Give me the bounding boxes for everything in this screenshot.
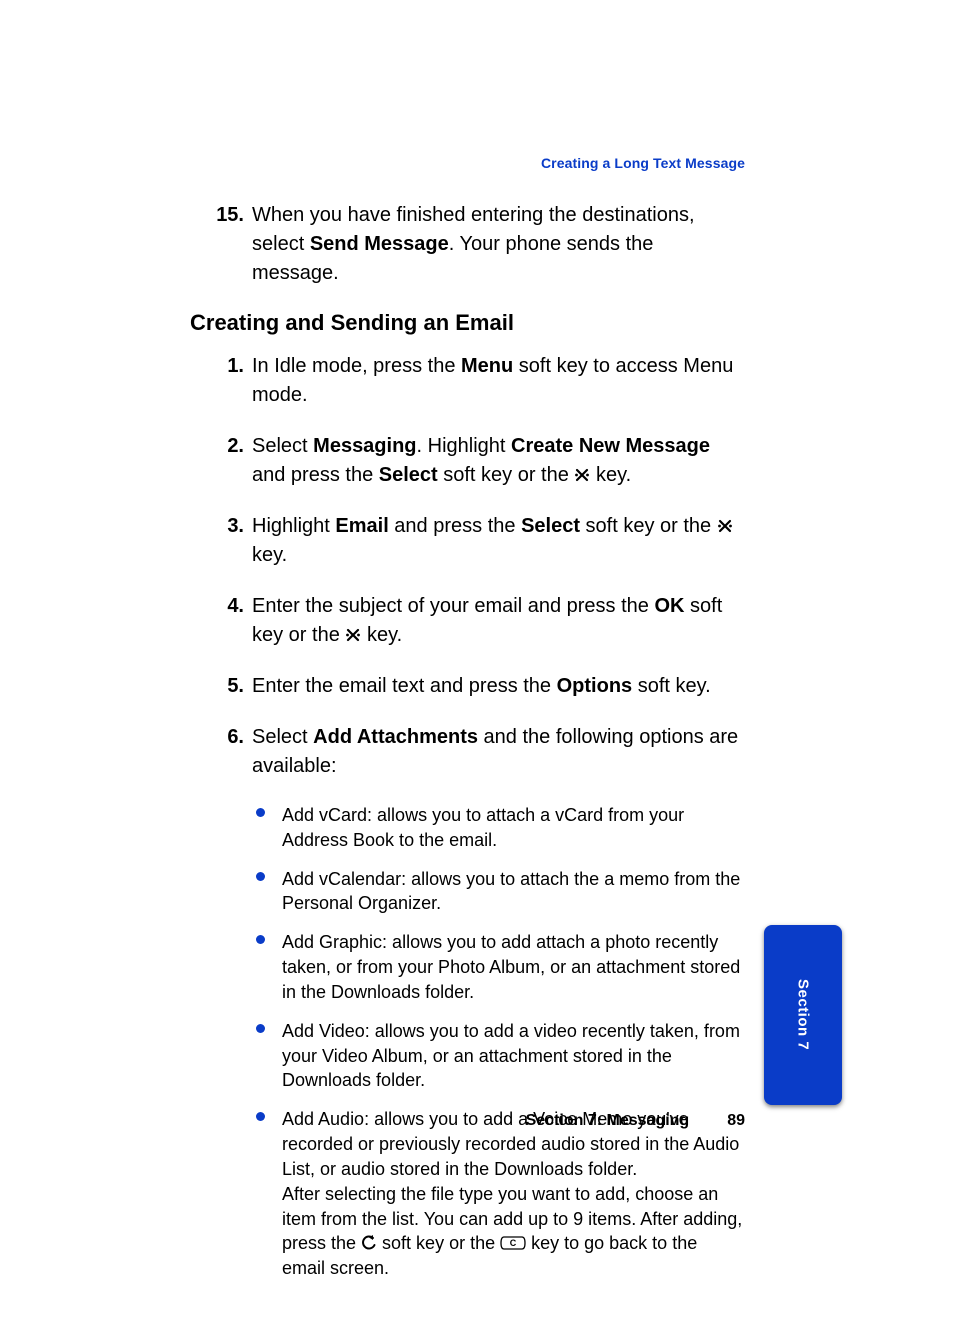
text: soft key or the	[377, 1233, 500, 1253]
text: key.	[361, 624, 402, 646]
step-item: 1.In Idle mode, press the Menu soft key …	[190, 352, 745, 410]
text: Highlight	[252, 515, 335, 537]
text: Enter the email text and press the	[252, 675, 557, 697]
bullet-item: Add vCard: allows you to attach a vCard …	[256, 803, 745, 853]
step-body: Highlight Email and press the Select sof…	[252, 512, 745, 570]
step-item: 3.Highlight Email and press the Select s…	[190, 512, 745, 570]
step-number: 2.	[190, 432, 252, 490]
dot-icon	[256, 808, 265, 817]
text-bold: Select	[521, 515, 580, 537]
bullet-item: Add vCalendar: allows you to attach the …	[256, 867, 745, 917]
text-bold: OK	[654, 595, 684, 617]
text: Select	[252, 726, 313, 748]
dot-icon	[256, 872, 265, 881]
text: key.	[590, 464, 631, 486]
step-number: 4.	[190, 592, 252, 650]
text: Select	[252, 435, 313, 457]
footer-page-number: 89	[727, 1112, 745, 1130]
text-bold: Select	[379, 464, 438, 486]
text: . Highlight	[417, 435, 512, 457]
back-key-icon	[361, 1235, 377, 1251]
footer-section-label: Section 7: Messaging	[526, 1112, 690, 1130]
step-item: 5.Enter the email text and press the Opt…	[190, 672, 745, 701]
section-tab: Section 7	[764, 925, 842, 1105]
step-body: Enter the email text and press the Optio…	[252, 672, 745, 701]
text: Enter the subject of your email and pres…	[252, 595, 654, 617]
dot-icon	[256, 935, 265, 944]
text-bold: Send Message	[310, 233, 449, 255]
text: In Idle mode, press the	[252, 355, 461, 377]
text: and press the	[252, 464, 379, 486]
text-bold: Messaging	[313, 435, 416, 457]
text-bold: Create New Message	[511, 435, 710, 457]
bullet-marker	[256, 803, 282, 853]
step-item: 6.Select Add Attachments and the followi…	[190, 723, 745, 781]
bullet-text: Add vCard: allows you to attach a vCard …	[282, 803, 745, 853]
text-bold: Options	[557, 675, 633, 697]
bullet-text: Add Graphic: allows you to add attach a …	[282, 930, 745, 1004]
step-number: 1.	[190, 352, 252, 410]
bullet-marker	[256, 930, 282, 1004]
step-number: 6.	[190, 723, 252, 781]
text: soft key or the	[580, 515, 717, 537]
bullet-marker	[256, 1019, 282, 1093]
bullet-item: Add Video: allows you to add a video rec…	[256, 1019, 745, 1093]
text: key.	[252, 544, 287, 566]
clear-key-icon: C	[500, 1235, 526, 1251]
step-number: 5.	[190, 672, 252, 701]
step-body: Select Add Attachments and the following…	[252, 723, 745, 781]
svg-text:C: C	[510, 1238, 517, 1248]
section-tab-label: Section 7	[795, 979, 812, 1050]
bullet-marker	[256, 1107, 282, 1281]
text: and press the	[389, 515, 521, 537]
x-key-icon	[574, 467, 590, 483]
page-footer: Section 7: Messaging 89	[190, 1112, 745, 1130]
bullet-text: Add vCalendar: allows you to attach the …	[282, 867, 745, 917]
step-item: 4.Enter the subject of your email and pr…	[190, 592, 745, 650]
step-15: 15. When you have finished entering the …	[190, 201, 745, 288]
dot-icon	[256, 1024, 265, 1033]
step-body: When you have finished entering the dest…	[252, 201, 745, 288]
bullets-list: Add vCard: allows you to attach a vCard …	[256, 803, 745, 1281]
step-body: Select Messaging. Highlight Create New M…	[252, 432, 745, 490]
bullet-text: Add Audio: allows you to add a Voice Mem…	[282, 1107, 745, 1281]
text-bold: Menu	[461, 355, 513, 377]
text: soft key.	[632, 675, 711, 697]
step-body: Enter the subject of your email and pres…	[252, 592, 745, 650]
text: soft key or the	[438, 464, 575, 486]
text-bold: Add Attachments	[313, 726, 478, 748]
x-key-icon	[717, 518, 733, 534]
bullet-text: Add Video: allows you to add a video rec…	[282, 1019, 745, 1093]
text-bold: Email	[335, 515, 388, 537]
step-body: In Idle mode, press the Menu soft key to…	[252, 352, 745, 410]
step-number: 3.	[190, 512, 252, 570]
x-key-icon	[345, 627, 361, 643]
steps-list: 1.In Idle mode, press the Menu soft key …	[190, 352, 745, 781]
bullet-item: Add Graphic: allows you to add attach a …	[256, 930, 745, 1004]
bullet-marker	[256, 867, 282, 917]
running-head: Creating a Long Text Message	[190, 155, 745, 171]
step-number: 15.	[190, 201, 252, 288]
step-item: 2.Select Messaging. Highlight Create New…	[190, 432, 745, 490]
section-heading: Creating and Sending an Email	[190, 310, 745, 336]
bullet-item: Add Audio: allows you to add a Voice Mem…	[256, 1107, 745, 1281]
